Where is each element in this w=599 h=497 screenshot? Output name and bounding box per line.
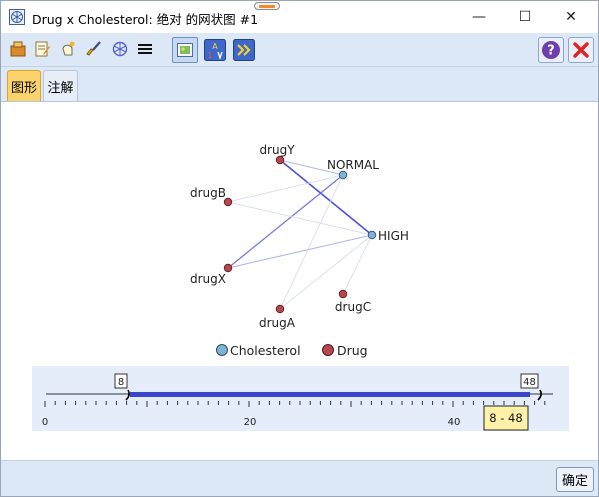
fast-forward-button[interactable] [231,37,257,63]
node-label-drugX: drugX [190,272,226,286]
range-readout: 8 - 48 [489,411,522,425]
interaction-button[interactable] [57,38,79,60]
svg-text:1: 1 [207,51,212,60]
minimize-button[interactable]: — [456,1,502,33]
app-web-icon [9,9,25,25]
node-drugC[interactable] [338,289,348,299]
tab-graph[interactable]: 图形 [7,70,41,101]
node-NORMAL[interactable] [338,170,348,180]
link-drugB-HIGH[interactable] [227,201,373,236]
fast-forward-icon [233,39,255,61]
node-label-drugY: drugY [259,143,295,157]
slider-max-handle[interactable] [537,389,542,401]
tick-label-0: 0 [42,417,48,428]
tab-annotations[interactable]: 注解 [43,70,78,101]
graph-view-button[interactable] [172,37,198,63]
title-bar[interactable]: Drug x Cholesterol: 绝对 的网状图 #1 — ☐ ✕ [1,1,598,33]
window-title: Drug x Cholesterol: 绝对 的网状图 #1 [32,12,259,27]
slider-max-value: 48 [523,377,536,388]
close-red-icon [573,42,589,58]
help-icon: ? [542,41,560,59]
title-drag-indicator [254,2,280,10]
node-drugY[interactable] [275,155,285,165]
web-nodes: drugY NORMAL drugB HIGH drugX drugA drugC [190,143,409,330]
node-drugA[interactable] [275,304,285,314]
legend-cholesterol-label: Cholesterol [230,343,301,358]
node-label-drugB: drugB [190,186,226,200]
export-icon [10,41,26,57]
legend-drug-label: Drug [337,343,368,358]
legend: Cholesterol Drug [216,343,368,358]
legend-cholesterol-swatch [216,344,228,356]
menu-lines-icon [138,44,152,54]
web-links [227,159,373,310]
slider-selected-range[interactable] [130,392,530,397]
link-threshold-slider-panel: 0 20 40 8 48 8 - 48 [32,366,569,431]
link-drugA-NORMAL[interactable] [279,174,344,310]
help-button[interactable]: ? [538,37,564,63]
edit-button[interactable] [31,38,53,60]
edit-icon [35,41,50,57]
web-icon [112,41,128,57]
node-drugX[interactable] [223,263,233,273]
tab-annotations-label: 注解 [47,80,74,96]
threshold-slider[interactable]: 0 20 40 8 48 8 - 48 [32,366,569,431]
legend-drug-swatch [322,344,334,356]
maximize-button[interactable]: ☐ [502,1,548,33]
maximize-icon: ☐ [518,9,532,25]
link-drugX-HIGH[interactable] [227,234,373,269]
app-window: Drug x Cholesterol: 绝对 的网状图 #1 — ☐ ✕ A 1… [0,0,599,497]
svg-text:?: ? [547,44,555,59]
link-drugC-HIGH[interactable] [342,234,373,295]
tick-label-20: 20 [244,417,257,428]
close-icon: ✕ [565,9,577,25]
graph-view-icon [177,43,193,57]
close-graph-button[interactable] [568,37,594,63]
sort-az-icon: A 1 [204,39,226,61]
minimize-icon: — [472,9,486,25]
node-label-drugA: drugA [259,316,296,330]
brush-button[interactable] [83,38,105,60]
sort-button[interactable]: A 1 [202,37,228,63]
svg-text:A: A [212,42,218,51]
tick-label-40: 40 [448,417,461,428]
export-button[interactable] [7,38,29,60]
ok-button[interactable]: 确定 [556,467,594,492]
node-label-HIGH: HIGH [378,229,409,243]
menu-button[interactable] [134,38,156,60]
node-HIGH[interactable] [367,230,377,240]
brush-icon [86,41,101,56]
bottom-bar: 确定 [1,460,598,496]
close-window-button[interactable]: ✕ [548,1,594,33]
node-label-NORMAL: NORMAL [327,158,379,172]
tab-strip: 图形 注解 [1,67,598,102]
slider-min-value: 8 [118,377,124,388]
web-display-button[interactable] [109,38,131,60]
slider-min-handle[interactable] [125,389,130,401]
toolbar: A 1 ? [1,33,598,67]
slider-ticks [44,401,546,407]
interaction-icon [62,41,75,56]
tab-graph-label: 图形 [10,80,37,96]
node-label-drugC: drugC [335,300,371,314]
